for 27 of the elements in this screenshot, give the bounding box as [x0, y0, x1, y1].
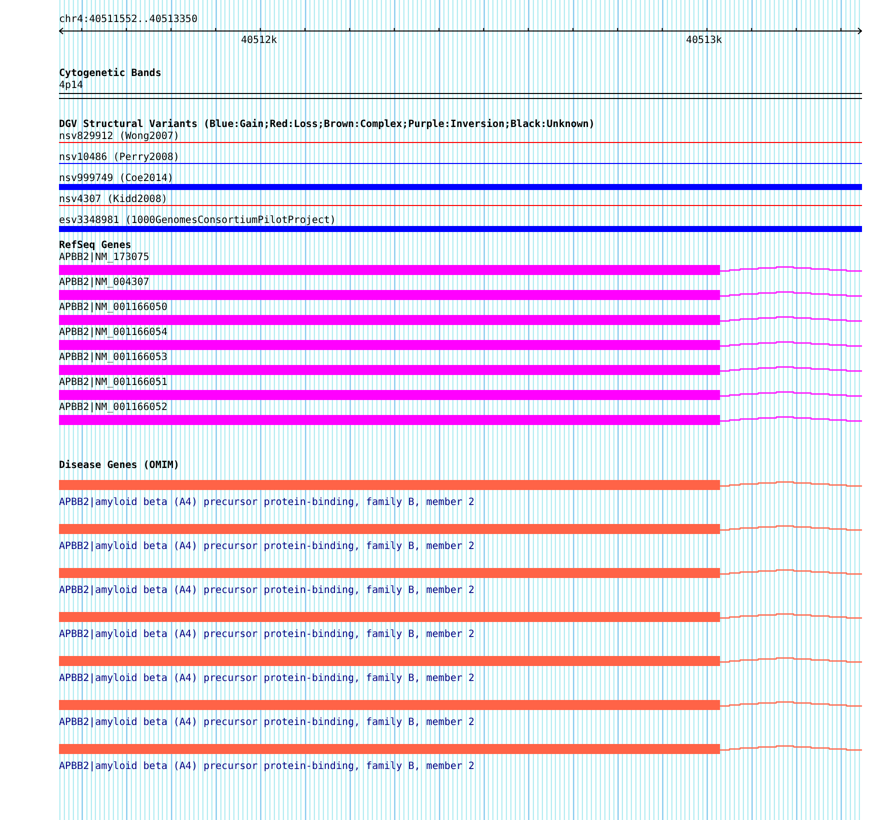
- location-label: chr4:40511552..40513350: [59, 14, 198, 26]
- gene-label: APBB2|NM_001166050: [59, 302, 168, 314]
- disease-gene-label: APBB2|amyloid beta (A4) precursor protein-binding, family B, member 2: [59, 761, 476, 773]
- variant-label: nsv4307 (Kidd2008): [59, 194, 168, 205]
- tick-label: 40513k: [686, 35, 722, 47]
- disease-gene-label: APBB2|amyloid beta (A4) precursor protein-binding, family B, member 2: [59, 717, 476, 729]
- variant-label: nsv999749 (Coe2014): [59, 173, 174, 184]
- gene-label: APBB2|NM_001166052: [59, 402, 168, 414]
- track-title: Disease Genes (OMIM): [59, 460, 180, 472]
- disease-gene-label: APBB2|amyloid beta (A4) precursor protein-binding, family B, member 2: [59, 673, 476, 685]
- disease-gene-label: APBB2|amyloid beta (A4) precursor protein-binding, family B, member 2: [59, 497, 476, 509]
- gene-label: APBB2|NM_173075: [59, 252, 150, 264]
- variant-label: esv3348981 (1000GenomesConsortiumPilotProject): [59, 215, 337, 226]
- tick-label: 40512k: [240, 35, 278, 47]
- track-title: RefSeq Genes: [59, 240, 132, 252]
- gene-label: APBB2|NM_001166053: [59, 352, 168, 364]
- band-label: 4p14: [59, 80, 84, 92]
- disease-gene-label: APBB2|amyloid beta (A4) precursor protein-binding, family B, member 2: [59, 541, 476, 553]
- gene-label: APBB2|NM_001166051: [59, 377, 168, 389]
- variant-label: nsv829912 (Wong2007): [59, 131, 180, 142]
- variant-label: nsv10486 (Perry2008): [59, 152, 180, 163]
- disease-gene-label: APBB2|amyloid beta (A4) precursor protein-binding, family B, member 2: [59, 585, 476, 597]
- gene-label: APBB2|NM_001166054: [59, 327, 168, 339]
- track-title: DGV Structural Variants (Blue:Gain;Red:Loss;Brown:Complex;Purple:Inversion;Black:Unknown): [59, 119, 596, 131]
- track-title: Cytogenetic Bands: [59, 68, 162, 80]
- gene-label: APBB2|NM_004307: [59, 277, 150, 289]
- disease-gene-label: APBB2|amyloid beta (A4) precursor protein-binding, family B, member 2: [59, 629, 476, 641]
